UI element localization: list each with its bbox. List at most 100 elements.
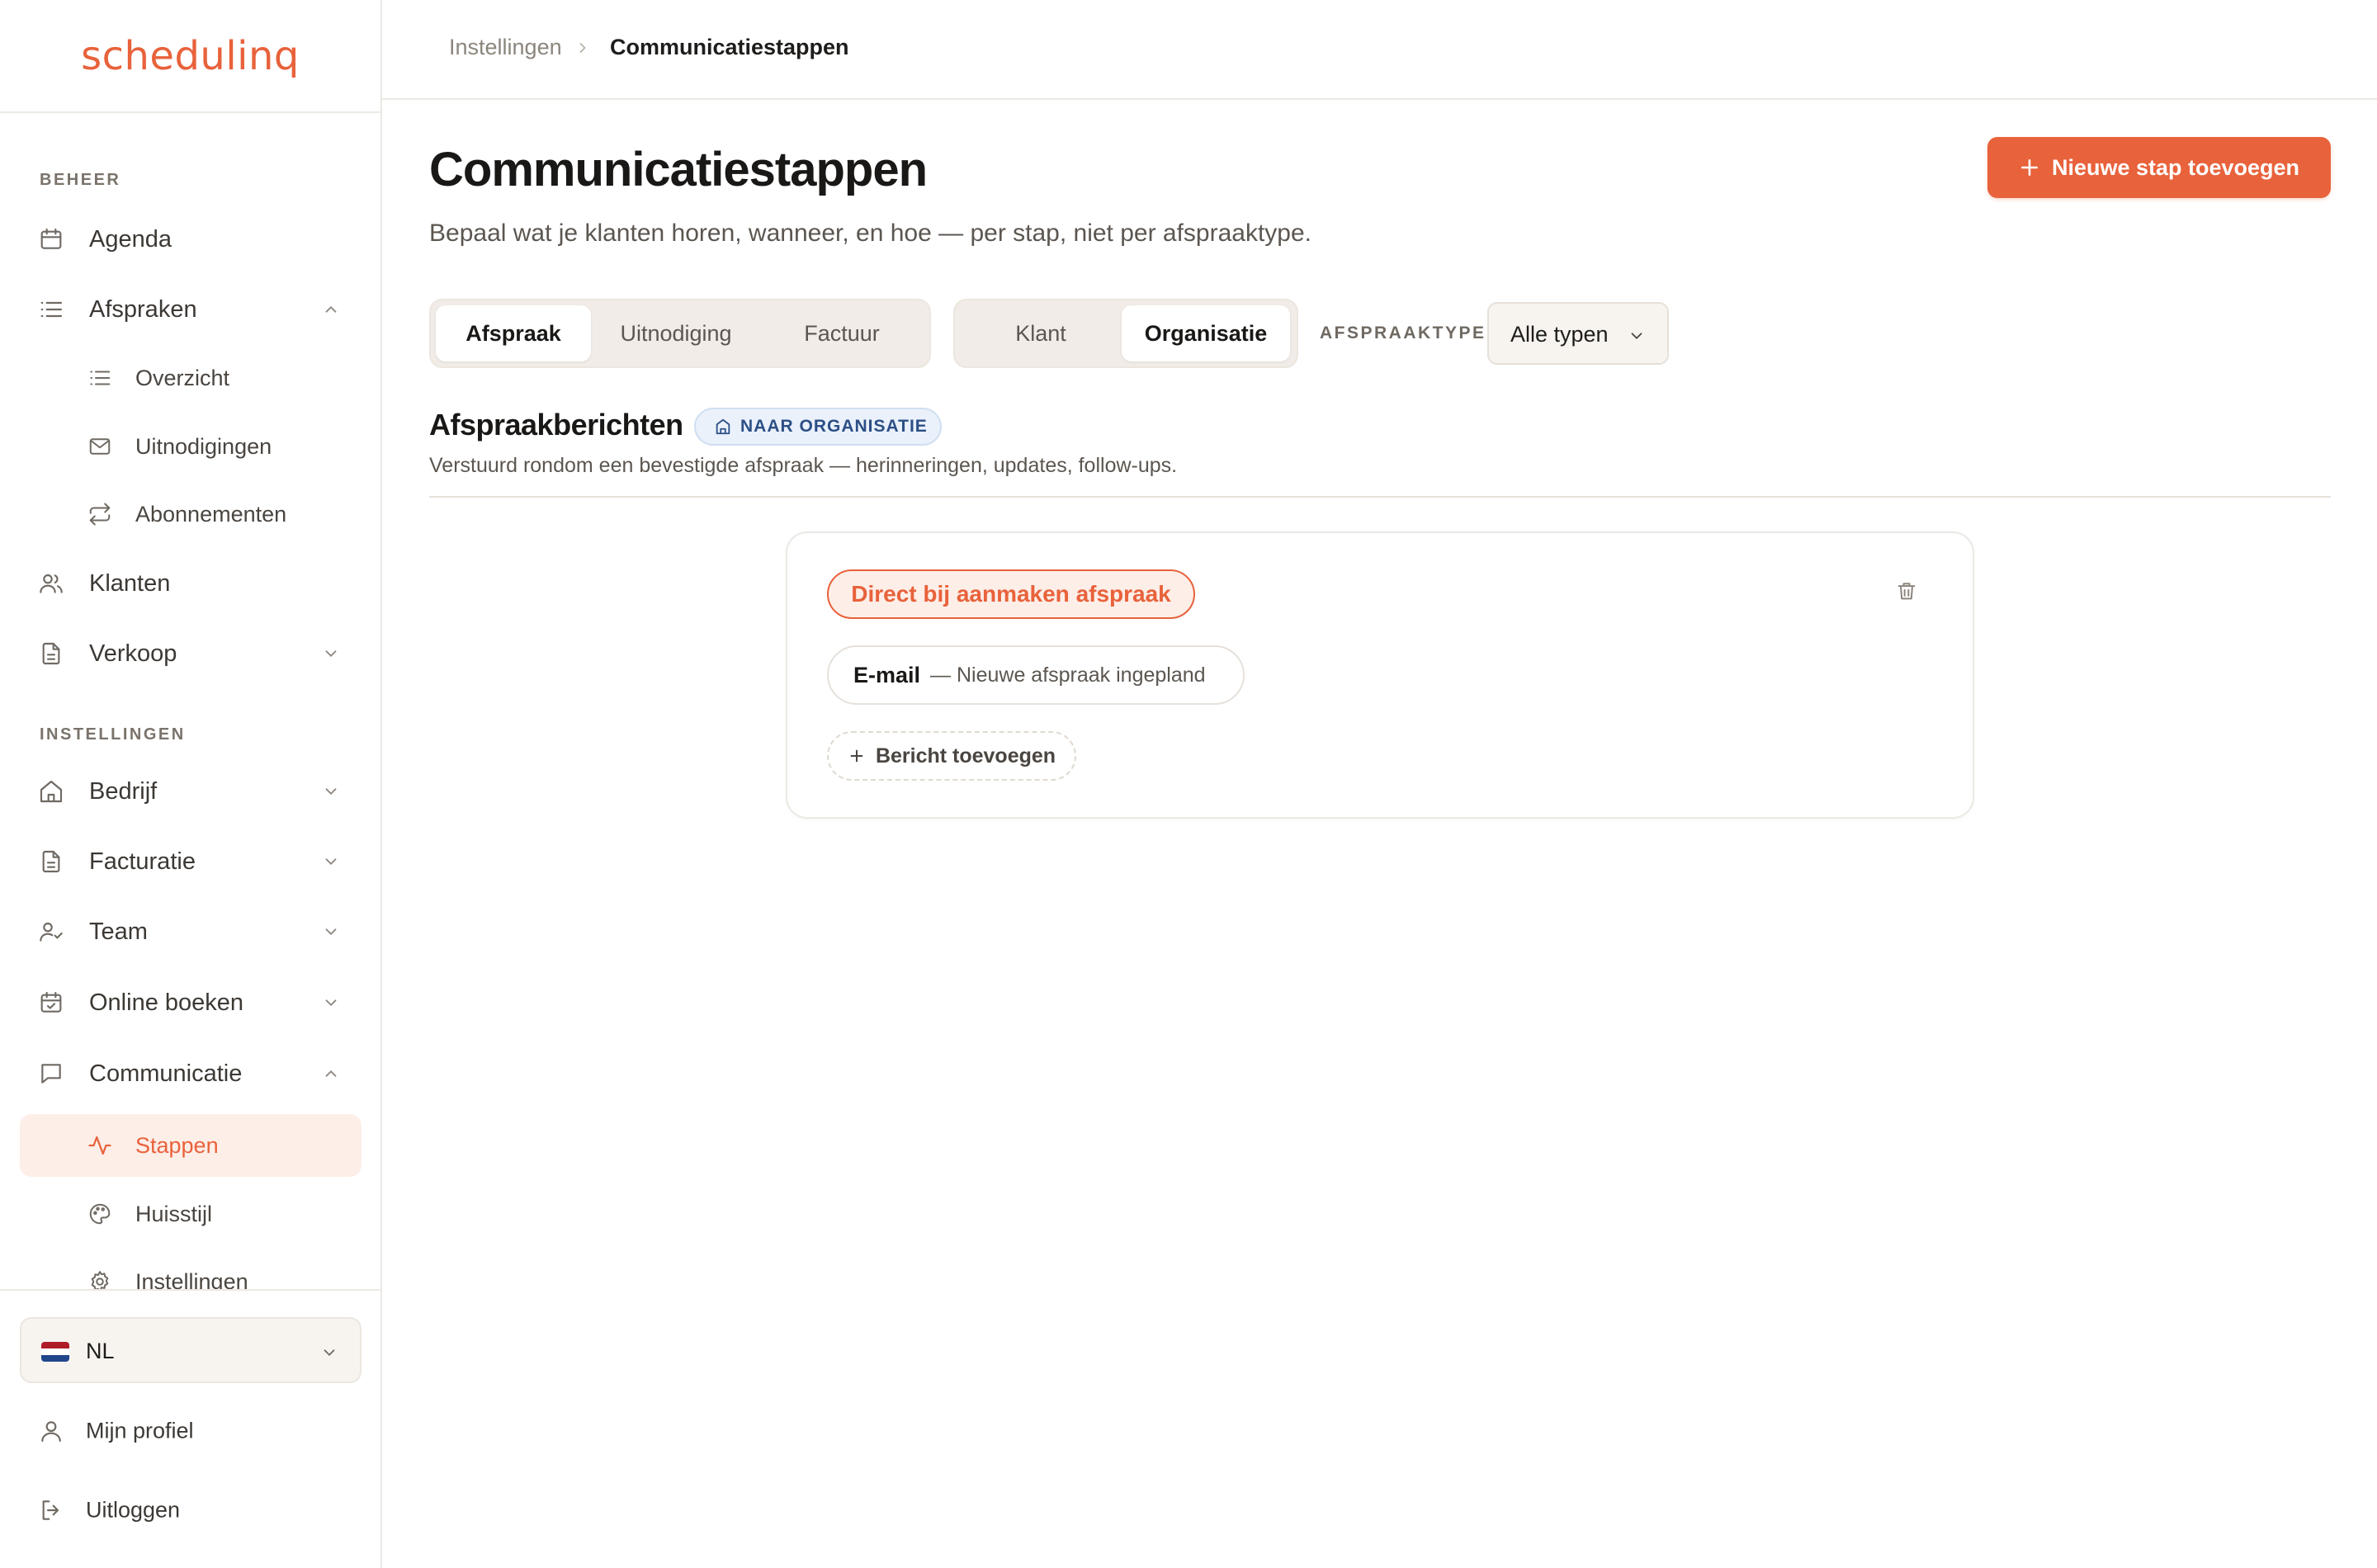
sidebar-item-huisstijl[interactable]: Huisstijl — [20, 1183, 362, 1245]
gear-icon — [87, 1269, 112, 1289]
profile-label: Mijn profiel — [86, 1418, 194, 1443]
language-select[interactable]: NL — [20, 1317, 362, 1383]
sidebar-item-team[interactable]: Team — [20, 900, 362, 963]
breadcrumb-parent[interactable]: Instellingen — [449, 35, 562, 60]
sidebar-item-label: Facturatie — [89, 848, 196, 875]
sidebar-item-label: Online boeken — [89, 989, 244, 1016]
language-code: NL — [86, 1339, 115, 1363]
chevron-up-icon — [322, 1065, 340, 1083]
logout-icon — [38, 1497, 64, 1523]
tab-klant[interactable]: Klant — [960, 305, 1122, 361]
chevron-down-icon — [322, 994, 340, 1012]
audience-badge: NAAR ORGANISATIE — [694, 408, 942, 446]
breadcrumb-current: Communicatiestappen — [610, 35, 849, 59]
list-icon — [87, 366, 112, 390]
sidebar: schedulinq BEHEER Agenda Afspraken Overz… — [0, 0, 382, 1568]
flag-stripe-white — [41, 1348, 69, 1355]
sidebar-item-online-boeken[interactable]: Online boeken — [20, 971, 362, 1034]
trash-icon[interactable] — [1895, 579, 1918, 602]
sidebar-item-stappen[interactable]: Stappen — [20, 1114, 362, 1177]
sidebar-item-label: Team — [89, 918, 148, 945]
repeat-icon — [87, 502, 112, 527]
sidebar-item-label: Afspraken — [89, 295, 197, 323]
sidebar-item-abonnementen[interactable]: Abonnementen — [20, 483, 362, 545]
chevron-down-icon — [322, 923, 340, 941]
chevron-down-icon — [322, 782, 340, 801]
building-icon — [714, 418, 732, 436]
add-step-button[interactable]: Nieuwe stap toevoegen — [1987, 137, 2331, 198]
flag-stripe-red — [41, 1342, 69, 1348]
appointment-type-select[interactable]: Alle typen — [1487, 302, 1669, 365]
sidebar-item-label: Verkoop — [89, 640, 177, 667]
audience-tabs: Klant Organisatie — [953, 299, 1298, 368]
section-label-instellingen: INSTELLINGEN — [40, 725, 186, 744]
tab-uitnodiging[interactable]: Uitnodiging — [598, 305, 754, 361]
appointment-type-value: Alle typen — [1510, 322, 1609, 347]
message-channel: E-mail — [853, 662, 921, 687]
sidebar-item-facturatie[interactable]: Facturatie — [20, 830, 362, 893]
audience-badge-label: NAAR ORGANISATIE — [740, 417, 928, 436]
sidebar-item-label: Klanten — [89, 569, 171, 597]
sidebar-item-label: Bedrijf — [89, 777, 158, 805]
calendar-check-icon — [38, 989, 64, 1016]
page-subtitle: Bepaal wat je klanten horen, wanneer, en… — [429, 220, 1312, 247]
flag-nl-icon — [41, 1342, 69, 1362]
step-card: Direct bij aanmaken afspraak E-mail — Ni… — [786, 531, 1974, 819]
appointment-type-label: AFSPRAAKTYPE — [1320, 324, 1486, 342]
logo-area: schedulinq — [0, 0, 380, 113]
page-title: Communicatiestappen — [429, 143, 928, 196]
message-icon — [38, 1060, 64, 1087]
sidebar-item-bedrijf[interactable]: Bedrijf — [20, 760, 362, 823]
sidebar-item-label: Uitnodigingen — [135, 433, 272, 459]
sidebar-item-label: Communicatie — [89, 1060, 243, 1087]
sidebar-item-uitnodigingen[interactable]: Uitnodigingen — [20, 415, 362, 478]
chevron-down-icon — [1628, 327, 1646, 345]
document-icon — [38, 640, 64, 667]
sidebar-item-verkoop[interactable]: Verkoop — [20, 622, 362, 685]
logout-label: Uitloggen — [86, 1497, 181, 1523]
section-label-beheer: BEHEER — [40, 171, 121, 189]
chevron-up-icon — [322, 300, 340, 319]
plus-icon — [2019, 157, 2040, 178]
logo[interactable]: schedulinq — [81, 33, 300, 79]
add-message-label: Bericht toevoegen — [875, 744, 1056, 767]
tab-organisatie[interactable]: Organisatie — [1122, 305, 1290, 361]
sidebar-item-overzicht[interactable]: Overzicht — [20, 347, 362, 409]
add-message-button[interactable]: Bericht toevoegen — [827, 731, 1076, 781]
document-icon — [38, 848, 64, 875]
message-item[interactable]: E-mail — Nieuwe afspraak ingepland — [827, 645, 1245, 705]
breadcrumb: Instellingen Communicatiestappen — [382, 0, 2377, 100]
activity-icon — [87, 1133, 112, 1158]
chevron-down-icon — [322, 852, 340, 871]
section-title: Afspraakberichten — [429, 408, 683, 442]
chevron-down-icon — [322, 645, 340, 663]
tab-factuur[interactable]: Factuur — [761, 305, 923, 361]
sidebar-item-instellingen[interactable]: Instellingen — [20, 1250, 362, 1289]
sidebar-item-agenda[interactable]: Agenda — [20, 208, 362, 271]
tab-afspraak[interactable]: Afspraak — [436, 305, 591, 361]
sidebar-nav: BEHEER Agenda Afspraken Overzicht Uitnod… — [0, 113, 380, 1289]
section-description: Verstuurd rondom een bevestigde afspraak… — [429, 454, 1178, 477]
message-description: — Nieuwe afspraak ingepland — [930, 663, 1206, 687]
sidebar-item-communicatie[interactable]: Communicatie — [20, 1042, 362, 1105]
logout-link[interactable]: Uitloggen — [20, 1481, 362, 1539]
sidebar-item-afspraken[interactable]: Afspraken — [20, 278, 362, 341]
step-trigger[interactable]: Direct bij aanmaken afspraak — [827, 569, 1195, 619]
user-icon — [38, 1418, 64, 1444]
sidebar-item-label: Agenda — [89, 225, 172, 253]
sidebar-item-label: Huisstijl — [135, 1201, 213, 1226]
profile-link[interactable]: Mijn profiel — [20, 1402, 362, 1460]
add-step-button-label: Nieuwe stap toevoegen — [2051, 154, 2300, 180]
divider — [429, 496, 2331, 498]
sidebar-item-label: Abonnementen — [135, 501, 287, 527]
plus-icon — [848, 747, 866, 765]
users-icon — [38, 570, 64, 597]
palette-icon — [87, 1202, 112, 1226]
sidebar-item-label: Instellingen — [135, 1268, 248, 1290]
sidebar-item-klanten[interactable]: Klanten — [20, 552, 362, 615]
list-icon — [38, 296, 64, 323]
flag-stripe-blue — [41, 1355, 69, 1362]
calendar-icon — [38, 226, 64, 253]
home-icon — [38, 778, 64, 805]
sidebar-item-label: Overzicht — [135, 365, 230, 390]
